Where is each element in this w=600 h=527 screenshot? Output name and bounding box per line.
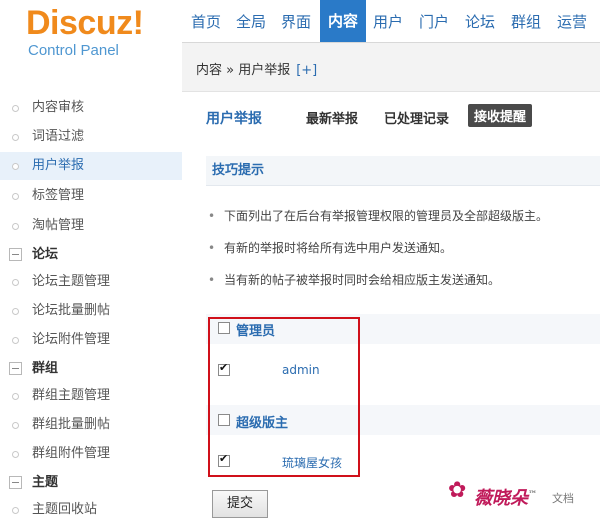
add-shortcut-button[interactable]: [+] [296,63,317,78]
sidebar-item-group-attachments[interactable]: 群组附件管理 [0,440,182,468]
tip-item: 当有新的帖子被举报时同时会给相应版主发送通知。 [206,264,600,296]
bullet-icon [12,337,19,344]
submit-button[interactable]: 提交 [212,490,268,518]
sidebar-item-label: 标签管理 [32,188,85,203]
watermark-trademark: ™ [528,490,537,500]
tab-receive-alerts[interactable]: 接收提醒 [468,104,533,127]
collapse-icon[interactable] [9,476,22,489]
bullet-icon [12,308,19,315]
collapse-icon[interactable] [9,248,22,261]
sidebar-item-label: 群组附件管理 [32,446,111,461]
sidebar-item-label: 淘帖管理 [32,218,85,233]
sidebar-item-label: 论坛批量删帖 [32,303,111,318]
watermark-sub: 文档 [552,492,574,505]
bullet-icon [12,163,19,170]
watermark-logo: ✿ 薇晓朵™ 文档 [442,474,592,514]
bullet-icon [12,393,19,400]
sidebar-item-tag-management[interactable]: 标签管理 [0,182,182,210]
tab-content[interactable]: 内容 [320,0,366,42]
sidebar-group-thread[interactable]: 主题 [0,470,182,496]
flower-icon: ✿ [448,478,467,503]
tab-home[interactable]: 首页 [186,6,226,42]
tip-item: 下面列出了在后台有举报管理权限的管理员及全部超级版主。 [206,200,600,232]
bullet-icon [12,507,19,514]
logo-brand: Discuz! [26,4,144,42]
tips-title: 技巧提示 [206,156,600,186]
breadcrumb: 内容 » 用户举报 [+] [196,59,317,78]
top-nav: 首页 全局 界面 内容 用户 门户 论坛 群组 运营 [182,0,600,42]
tab-group[interactable]: 群组 [506,6,546,42]
sidebar-item-forum-attachments[interactable]: 论坛附件管理 [0,326,182,354]
tab-forum[interactable]: 论坛 [460,6,500,42]
sidebar-item-forum-threads[interactable]: 论坛主题管理 [0,268,182,296]
sidebar-item-label: 词语过滤 [32,129,85,144]
sidebar-item-label: 论坛附件管理 [32,332,111,347]
logo: Discuz! Control Panel [0,0,182,78]
sidebar-group-title: 论坛 [32,247,59,262]
sidebar-item-label: 内容审核 [32,100,85,115]
main-panel: 用户举报 最新举报 已处理记录 接收提醒 技巧提示 下面列出了在后台有举报管理权… [182,92,600,527]
tab-interface[interactable]: 界面 [276,6,316,42]
sidebar-group-title: 主题 [32,475,59,490]
sidebar-item-content-review[interactable]: 内容审核 [0,94,182,122]
bullet-icon [12,105,19,112]
tab-operations[interactable]: 运营 [552,6,592,42]
logo-subtitle: Control Panel [28,42,119,59]
watermark-text: 薇晓朵™ [474,484,537,510]
sidebar-item-label: 论坛主题管理 [32,274,111,289]
bullet-icon [12,422,19,429]
tab-portal[interactable]: 门户 [414,6,454,42]
sidebar-group-group[interactable]: 群组 [0,356,182,382]
tab-latest-reports[interactable]: 最新举报 [306,108,358,127]
sidebar-item-forum-batch-delete[interactable]: 论坛批量删帖 [0,297,182,325]
bullet-icon [12,451,19,458]
sidebar-item-label: 用户举报 [32,158,85,173]
tip-item: 有新的举报时将给所有选中用户发送通知。 [206,232,600,264]
sidebar-item-group-threads[interactable]: 群组主题管理 [0,382,182,410]
tab-global[interactable]: 全局 [231,6,271,42]
highlight-frame [208,317,360,477]
sidebar-item-label: 群组批量删帖 [32,417,111,432]
bullet-icon [12,134,19,141]
tab-processed-records[interactable]: 已处理记录 [384,108,449,127]
sidebar-group-title: 群组 [32,361,59,376]
sidebar-group-forum[interactable]: 论坛 [0,242,182,268]
watermark-brand: 薇晓朵 [474,488,528,509]
sidebar-item-group-batch-delete[interactable]: 群组批量删帖 [0,411,182,439]
breadcrumb-text: 内容 » 用户举报 [196,63,291,78]
sidebar-item-label: 主题回收站 [32,502,98,517]
sidebar-item-label: 群组主题管理 [32,388,111,403]
tab-users[interactable]: 用户 [368,6,408,42]
sidebar: 内容审核 词语过滤 用户举报 标签管理 淘帖管理 论坛 论坛主题管理 论坛批量删… [0,78,182,527]
sidebar-item-collection-management[interactable]: 淘帖管理 [0,212,182,240]
bullet-icon [12,279,19,286]
sidebar-item-word-filter[interactable]: 词语过滤 [0,123,182,151]
sidebar-item-user-report[interactable]: 用户举报 [0,152,182,180]
bullet-icon [12,223,19,230]
page-title: 用户举报 [206,111,262,127]
collapse-icon[interactable] [9,362,22,375]
breadcrumb-bar: 内容 » 用户举报 [+] [182,42,600,92]
bullet-icon [12,193,19,200]
sidebar-item-thread-recycle-bin[interactable]: 主题回收站 [0,496,182,524]
